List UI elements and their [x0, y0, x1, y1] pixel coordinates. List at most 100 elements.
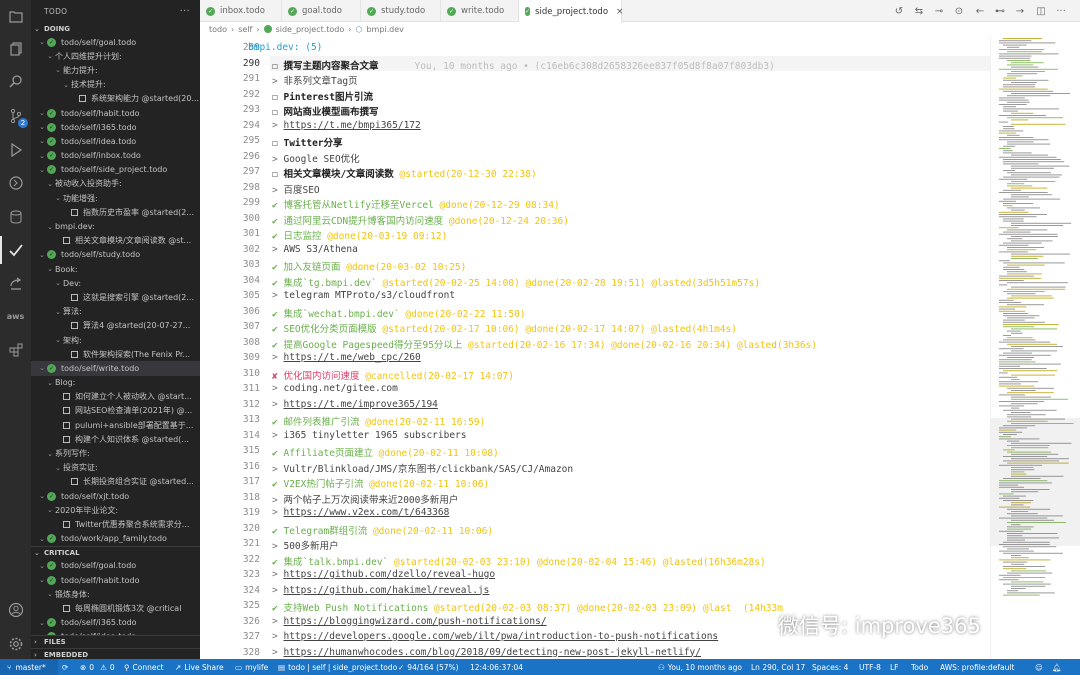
- tree-todo-item[interactable]: 相关文章模块/文章阅读数 @st...: [31, 234, 200, 248]
- aws-icon[interactable]: aws: [3, 304, 28, 329]
- tree-todo-item[interactable]: 软件架构探索(The Fenix Pr...: [31, 347, 200, 361]
- search-icon[interactable]: [3, 68, 28, 93]
- extensions-icon[interactable]: [3, 337, 28, 362]
- tree-todo-item[interactable]: 每周椭圆机锻炼3次 @critical: [31, 601, 200, 615]
- tree-file-item[interactable]: ⌄✓ todo/self/idea.todo: [31, 630, 200, 635]
- tree-file-item[interactable]: ⌄ ✓ todo/self/habit.todo: [31, 106, 200, 120]
- tree-file-item[interactable]: ⌄ ✓ todo/self/inbox.todo: [31, 149, 200, 163]
- minimap-slider[interactable]: [991, 418, 1080, 546]
- git-node-icon[interactable]: ⊷: [993, 4, 1007, 18]
- split-editor-icon[interactable]: ◫: [1034, 4, 1048, 18]
- tree-file-item[interactable]: ⌄ ✓ todo/self/habit.todo: [31, 573, 200, 587]
- tab-write[interactable]: ✓ write.todo: [441, 0, 519, 22]
- tree-todo-item[interactable]: pulumi+ansible部署配置基于...: [31, 418, 200, 432]
- minimap[interactable]: [990, 36, 1080, 659]
- tree-file-item[interactable]: ⌄ ✓ todo/self/i365.todo: [31, 616, 200, 630]
- tree-todo-item[interactable]: 系统架构能力 @started(20...: [31, 92, 200, 106]
- sync-icon[interactable]: ⟳: [62, 659, 68, 675]
- history-icon[interactable]: ↺: [892, 4, 906, 18]
- link-text[interactable]: https://humanwhocodes.com/blog/2018/09/d…: [283, 647, 701, 658]
- tree-todo-item[interactable]: 长期投资组合实证 @started...: [31, 475, 200, 489]
- indentation[interactable]: Spaces: 4: [812, 659, 848, 675]
- section-doing[interactable]: ⌄ DOING: [31, 22, 200, 35]
- tree-group-item[interactable]: ⌄ Blog:: [31, 376, 200, 390]
- code-editor[interactable]: 289 bmpi.dev: (5) 290 ☐ 撰写主题内容聚合文章 You, 10…: [200, 36, 990, 659]
- tree-group-item[interactable]: ⌄ Book:: [31, 262, 200, 276]
- tree-group-item[interactable]: ⌄ 架构:: [31, 333, 200, 347]
- tree-group-item[interactable]: ⌄ Dev:: [31, 276, 200, 290]
- tree-group-item[interactable]: ⌄ 被动收入投资助手:: [31, 177, 200, 191]
- previous-change-icon[interactable]: ←: [973, 4, 987, 18]
- aws-profile[interactable]: AWS: profile:default: [940, 659, 1014, 675]
- tab-inbox[interactable]: ✓ inbox.todo: [200, 0, 282, 22]
- settings-gear-icon[interactable]: [3, 631, 28, 656]
- link-text[interactable]: https://t.me/bmpi365/172: [283, 120, 420, 131]
- tree-group-item[interactable]: ⌄ 锻炼身体:: [31, 587, 200, 601]
- tree-group-item[interactable]: ⌄ 2020年毕业论文:: [31, 503, 200, 517]
- tree-todo-item[interactable]: 构建个人知识体系 @started(...: [31, 432, 200, 446]
- todo-crumb-item[interactable]: ▤ todo | self | side_project.todo: [278, 659, 397, 675]
- tree-group-item[interactable]: ⌄ 算法:: [31, 305, 200, 319]
- explorer-icon[interactable]: [3, 4, 28, 29]
- encoding[interactable]: UTF-8: [859, 659, 881, 675]
- tree-todo-item[interactable]: 这就是搜索引擎 @started(2...: [31, 290, 200, 304]
- git-blame-item[interactable]: ⚇ You, 10 months ago: [658, 659, 742, 675]
- tree-file-item[interactable]: ⌄ ✓ todo/self/goal.todo: [31, 35, 200, 49]
- feedback-icon[interactable]: ☺: [1035, 659, 1043, 675]
- next-change-icon[interactable]: →: [1013, 4, 1027, 18]
- tree-todo-item[interactable]: 算法4 @started(20-07-27...: [31, 319, 200, 333]
- live-share-icon[interactable]: [3, 271, 28, 296]
- section-critical[interactable]: ⌄ CRITICAL: [31, 545, 200, 559]
- link-text[interactable]: https://www.v2ex.com/t/643368: [283, 507, 449, 518]
- breadcrumb-item[interactable]: self: [238, 25, 252, 34]
- section-files[interactable]: › FILES: [31, 634, 200, 648]
- remote-icon[interactable]: [3, 170, 28, 195]
- breadcrumb-item[interactable]: side_project.todo: [276, 25, 345, 34]
- section-embedded[interactable]: › EMBEDDED: [31, 647, 200, 659]
- tab-study[interactable]: ✓ study.todo: [361, 0, 441, 22]
- live-share-item[interactable]: ↗ Live Share: [175, 659, 224, 675]
- more-actions-icon[interactable]: ···: [1054, 4, 1068, 18]
- account-icon[interactable]: [3, 597, 28, 622]
- source-control-icon[interactable]: 2: [3, 103, 28, 128]
- tree-group-item[interactable]: ⌄ 功能增强:: [31, 191, 200, 205]
- link-text[interactable]: https://bloggingwizard.com/push-notifica…: [283, 616, 546, 627]
- database-icon[interactable]: [3, 204, 28, 229]
- run-debug-icon[interactable]: [3, 137, 28, 162]
- breadcrumb-item[interactable]: todo: [209, 25, 227, 34]
- notifications-bell-icon[interactable]: 🔔︎: [1052, 659, 1062, 675]
- tree-file-item[interactable]: ⌄ ✓ todo/self/write.todo: [31, 361, 200, 376]
- tree-todo-item[interactable]: Twitter优惠券聚合系统需求分...: [31, 517, 200, 531]
- line-ending[interactable]: LF: [890, 659, 899, 675]
- git-commit-icon[interactable]: ⊸: [932, 4, 946, 18]
- timer-label[interactable]: 12:4:06:37:04: [470, 659, 523, 675]
- tree-group-item[interactable]: ⌄ 系列写作:: [31, 446, 200, 460]
- todo-check-icon[interactable]: [3, 238, 28, 263]
- cursor-position[interactable]: Ln 290, Col 17: [751, 659, 805, 675]
- tree-group-item[interactable]: ⌄ 个人四维提升计划:: [31, 49, 200, 63]
- workspace-item[interactable]: ▭ mylife: [235, 659, 268, 675]
- tree-todo-item[interactable]: 指数历史市盈率 @started(2...: [31, 205, 200, 219]
- open-changes-icon[interactable]: ⊙: [952, 4, 966, 18]
- tree-group-item[interactable]: ⌄ 技术提升:: [31, 78, 200, 92]
- tab-goal[interactable]: ✓ goal.todo: [282, 0, 361, 22]
- tree-file-item[interactable]: ⌄ ✓ todo/work/app_family.todo: [31, 532, 200, 546]
- tree-group-item[interactable]: ⌄ 投资实证:: [31, 461, 200, 475]
- link-text[interactable]: https://t.me/web_cpc/260: [283, 352, 420, 363]
- tree-file-item[interactable]: ⌄ ✓ todo/self/i365.todo: [31, 120, 200, 134]
- more-actions-icon[interactable]: ···: [180, 6, 190, 17]
- link-text[interactable]: https://t.me/improve365/194: [283, 399, 437, 410]
- breadcrumb-item[interactable]: bmpi.dev: [366, 25, 403, 34]
- tree-file-item[interactable]: ⌄ ✓ todo/self/xjt.todo: [31, 489, 200, 503]
- problems-item[interactable]: ⊗ 0 ⚠ 0: [80, 659, 115, 675]
- tree-todo-item[interactable]: 如何建立个人被动收入 @start...: [31, 390, 200, 404]
- tree-file-item[interactable]: ⌄ ✓ todo/self/goal.todo: [31, 559, 200, 573]
- git-compare-icon[interactable]: ⇆: [912, 4, 926, 18]
- language-mode[interactable]: Todo: [911, 659, 928, 675]
- link-text[interactable]: https://github.com/hakimel/reveal.js: [283, 585, 489, 596]
- tree-file-item[interactable]: ⌄✓ todo/self/idea.todo: [31, 134, 200, 148]
- link-text[interactable]: https://github.com/dzello/reveal-hugo: [283, 569, 495, 580]
- files-icon[interactable]: [3, 36, 28, 61]
- link-text[interactable]: https://developers.google.com/web/ilt/pw…: [283, 631, 718, 642]
- tree-file-item[interactable]: ⌄ ✓ todo/self/side_project.todo: [31, 163, 200, 177]
